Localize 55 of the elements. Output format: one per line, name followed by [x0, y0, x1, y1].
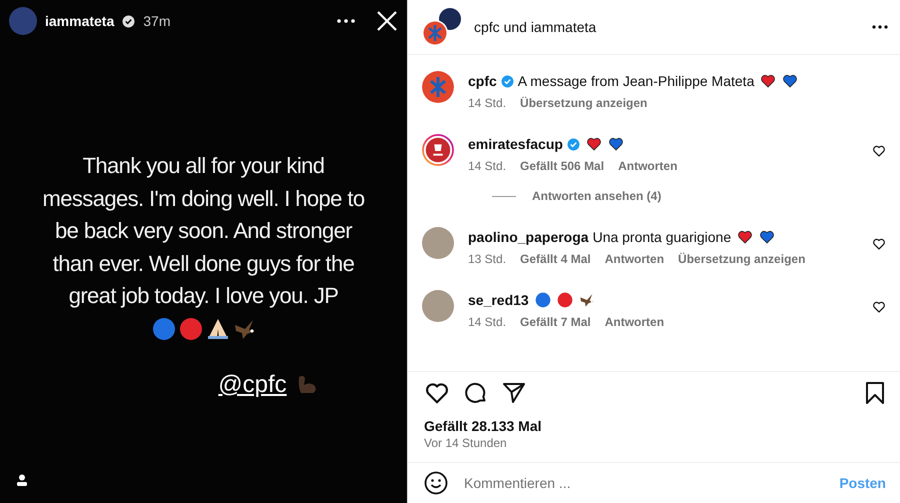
- circle-emoji-icon: [152, 316, 176, 341]
- close-icon[interactable]: [377, 11, 397, 31]
- bookmark-icon[interactable]: [864, 381, 886, 405]
- circle-emoji-icon: [179, 316, 203, 341]
- eagle-emoji-icon: [578, 292, 595, 308]
- likes-count[interactable]: Gefällt 4 Mal: [520, 252, 591, 266]
- translate-link[interactable]: Übersetzung anzeigen: [678, 252, 806, 266]
- heart-emoji-icon: [782, 73, 798, 89]
- post-button[interactable]: Posten: [839, 475, 886, 491]
- smiley-icon[interactable]: [424, 471, 448, 495]
- heart-emoji-icon: [737, 229, 754, 245]
- comment-time: 13 Std.: [468, 252, 506, 266]
- avatar-pair-icon[interactable]: [422, 7, 462, 47]
- likes-count[interactable]: Gefällt 7 Mal: [520, 315, 591, 329]
- view-replies-link[interactable]: Antworten ansehen (4): [532, 189, 662, 203]
- heart-emoji-icon: [759, 229, 776, 245]
- reply-link[interactable]: Antworten: [604, 315, 664, 329]
- post-likes-count[interactable]: Gefällt 28.133 Mal: [408, 406, 900, 436]
- mention-link[interactable]: @cpfc: [218, 370, 287, 399]
- translate-link[interactable]: Übersetzung anzeigen: [520, 96, 648, 110]
- story-username[interactable]: iammateta: [45, 13, 114, 29]
- comment-username[interactable]: paolino_paperoga: [468, 229, 589, 245]
- reply-link[interactable]: Antworten: [604, 252, 664, 266]
- comment-time: 14 Std.: [468, 315, 506, 329]
- post-header-title[interactable]: cpfc und iammateta: [474, 19, 596, 35]
- like-heart-icon[interactable]: [872, 300, 886, 314]
- caption-username[interactable]: cpfc: [468, 73, 497, 89]
- person-icon[interactable]: [16, 474, 28, 486]
- comment-text: Una pronta guarigione: [592, 229, 732, 245]
- avatar-icon[interactable]: [422, 134, 454, 166]
- heart-emoji-icon: [760, 73, 776, 89]
- avatar-photo-placeholder[interactable]: [422, 290, 454, 322]
- comment-username[interactable]: se_red13: [468, 292, 529, 308]
- send-paper-plane-icon[interactable]: [502, 381, 526, 405]
- likes-count[interactable]: Gefällt 506 Mal: [520, 159, 604, 173]
- story-text: Thank you all for your kind messages. I'm doing well. I hope to be back very soon. And stronger than ever. Well done guys for the great job today. I love you. JP: [42, 152, 366, 310]
- comment-username[interactable]: emiratesfacup: [468, 136, 563, 152]
- more-options-icon[interactable]: [337, 19, 355, 23]
- avatar-photo-placeholder[interactable]: [422, 227, 454, 259]
- avatar-icon[interactable]: [422, 71, 454, 103]
- more-options-icon[interactable]: [872, 25, 888, 29]
- circle-emoji-icon: [534, 292, 551, 308]
- comment-bubble-icon[interactable]: [464, 381, 488, 405]
- comment-time: 14 Std.: [468, 159, 506, 173]
- post-date: Vor 14 Stunden: [423, 436, 508, 452]
- heart-emoji-icon: [586, 136, 602, 152]
- caption-time: 14 Std.: [468, 96, 506, 110]
- circle-emoji-icon: [556, 292, 573, 308]
- heart-emoji-icon: [608, 136, 624, 152]
- caption-text: A message from Jean-Philippe Mateta: [518, 73, 754, 89]
- story-time: 37m: [143, 13, 170, 29]
- reply-link[interactable]: Antworten: [618, 159, 678, 173]
- like-heart-icon[interactable]: [872, 237, 886, 251]
- like-heart-icon[interactable]: [872, 144, 886, 158]
- comment-input-field[interactable]: Kommentieren ... Posten: [408, 462, 900, 503]
